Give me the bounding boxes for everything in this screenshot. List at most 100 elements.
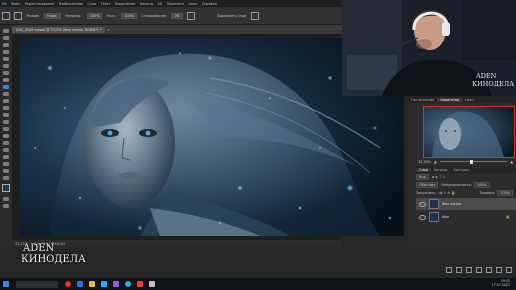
menu-text[interactable]: Текст bbox=[99, 2, 113, 6]
opacity-label: Непрозр.: bbox=[65, 13, 83, 18]
frame-tool-icon[interactable] bbox=[3, 64, 9, 68]
link-layers-icon[interactable] bbox=[446, 267, 452, 273]
layer-name: Фон копия bbox=[442, 202, 461, 206]
smoothing-field[interactable]: 0% bbox=[171, 12, 183, 19]
close-tab-icon[interactable]: × bbox=[107, 28, 110, 32]
layer-filter-select[interactable]: Вид bbox=[416, 174, 429, 180]
taskbar-search[interactable] bbox=[16, 280, 58, 288]
telegram-icon[interactable] bbox=[125, 281, 131, 287]
home-icon[interactable] bbox=[2, 11, 10, 20]
navigator-zoom-value[interactable]: 33,33% bbox=[418, 160, 431, 164]
menu-window[interactable]: Окно bbox=[186, 2, 199, 6]
zoom-out-icon[interactable]: ▲ bbox=[434, 160, 437, 164]
quick-select-tool-icon[interactable] bbox=[3, 50, 9, 54]
navigator-zoom-slider[interactable] bbox=[439, 159, 508, 164]
menu-help[interactable]: Справка bbox=[200, 2, 219, 6]
filter-icons[interactable]: ▪ ◐ T ▭ bbox=[432, 175, 446, 179]
layer-thumbnail bbox=[429, 212, 439, 222]
layer-filter-row: Вид ▪ ◐ T ▭ bbox=[416, 174, 516, 180]
windows-start-icon[interactable] bbox=[3, 281, 9, 287]
flow-label: Наж.: bbox=[106, 13, 117, 18]
eye-icon[interactable] bbox=[419, 214, 426, 220]
document-tab[interactable]: DSC_0549 копия @ 33,3% (Фон копия, RGB/8… bbox=[12, 26, 106, 33]
app-icon[interactable] bbox=[149, 281, 155, 287]
ps-logo-icon[interactable]: Ps bbox=[0, 2, 9, 6]
new-layer-icon[interactable] bbox=[496, 267, 502, 273]
folder-icon[interactable] bbox=[89, 281, 95, 287]
quick-mask-icon[interactable] bbox=[3, 197, 9, 201]
lasso-tool-icon[interactable] bbox=[3, 43, 9, 47]
menu-view[interactable]: Просмотр bbox=[164, 2, 186, 6]
menu-file[interactable]: Файл bbox=[9, 2, 23, 6]
premiere-icon[interactable] bbox=[113, 281, 119, 287]
crop-tool-icon[interactable] bbox=[3, 57, 9, 61]
eraser-tool-icon[interactable] bbox=[3, 106, 9, 110]
layer-row[interactable]: Фон 🔒 bbox=[416, 211, 516, 223]
screen-mode-icon[interactable] bbox=[3, 204, 9, 208]
webcam-overlay: ADEN КИНОДЕЛА bbox=[342, 0, 516, 96]
brush-tool-icon[interactable] bbox=[3, 85, 9, 89]
align-layers-label[interactable]: Выровнять слои bbox=[215, 14, 249, 18]
menu-bar: Ps Файл Редактирование Изображение Слои … bbox=[0, 0, 342, 7]
mask-icon[interactable] bbox=[466, 267, 472, 273]
file-explorer-icon[interactable] bbox=[77, 281, 83, 287]
system-clock[interactable]: 19:42 17.07.2021 bbox=[491, 279, 516, 288]
eye-icon[interactable] bbox=[419, 201, 426, 207]
dodge-tool-icon[interactable] bbox=[3, 127, 9, 131]
menu-filter[interactable]: Фильтр bbox=[138, 2, 156, 6]
rectangle-tool-icon[interactable] bbox=[3, 155, 9, 159]
zoom-in-icon[interactable]: ▲ bbox=[510, 160, 513, 164]
layer-opacity-field[interactable]: 100% bbox=[473, 182, 490, 188]
blur-tool-icon[interactable] bbox=[3, 120, 9, 124]
tab-channels[interactable]: Каналы bbox=[431, 168, 451, 172]
opacity-field[interactable]: 100% bbox=[86, 12, 103, 19]
mode-select[interactable]: Норм. bbox=[44, 12, 61, 19]
navigator-zoom-row: 33,33% ▲ ▲ bbox=[418, 158, 513, 165]
lock-icons[interactable]: ▦ ✎ ✥ 🔒 bbox=[439, 191, 455, 195]
menu-3d[interactable]: 3D bbox=[155, 2, 164, 6]
path-select-tool-icon[interactable] bbox=[3, 148, 9, 152]
eyedropper-tool-icon[interactable] bbox=[3, 71, 9, 75]
healing-brush-tool-icon[interactable] bbox=[3, 78, 9, 82]
more-tools-icon[interactable] bbox=[3, 176, 9, 180]
gear-icon[interactable] bbox=[186, 11, 195, 20]
tab-histogram[interactable]: Гистограмма bbox=[408, 98, 437, 102]
menu-layers[interactable]: Слои bbox=[85, 2, 98, 6]
adjustment-icon[interactable] bbox=[476, 267, 482, 273]
menu-select[interactable]: Выделение bbox=[113, 2, 138, 6]
fill-field[interactable]: 100% bbox=[497, 190, 513, 196]
navigator-preview[interactable] bbox=[423, 106, 515, 158]
flow-field[interactable]: 100% bbox=[121, 12, 138, 19]
fx-icon[interactable] bbox=[456, 267, 462, 273]
mode-label: Режим: bbox=[26, 13, 40, 18]
zoom-slider-knob[interactable] bbox=[470, 159, 474, 164]
tab-layers[interactable]: Слои bbox=[416, 167, 431, 172]
yandex-icon[interactable] bbox=[65, 281, 71, 287]
hand-tool-icon[interactable] bbox=[3, 162, 9, 166]
menu-edit[interactable]: Редактирование bbox=[23, 2, 57, 6]
pen-tool-icon[interactable] bbox=[3, 134, 9, 138]
marquee-tool-icon[interactable] bbox=[3, 36, 9, 40]
record-icon[interactable] bbox=[137, 281, 143, 287]
lock-label: Закрепить: bbox=[416, 191, 437, 195]
history-brush-tool-icon[interactable] bbox=[3, 99, 9, 103]
zoom-tool-icon[interactable] bbox=[3, 169, 9, 173]
lock-icon: 🔒 bbox=[505, 215, 510, 219]
brush-preset-icon[interactable] bbox=[14, 11, 22, 20]
pressure-icon[interactable] bbox=[250, 11, 259, 20]
clone-stamp-tool-icon[interactable] bbox=[3, 92, 9, 96]
menu-image[interactable]: Изображение bbox=[57, 2, 86, 6]
clock-date: 17.07.2021 bbox=[491, 283, 510, 287]
trash-icon[interactable] bbox=[506, 267, 512, 273]
foreground-color-swatch[interactable] bbox=[2, 184, 10, 192]
photoshop-icon[interactable] bbox=[101, 281, 107, 287]
gradient-tool-icon[interactable] bbox=[3, 113, 9, 117]
blend-mode-select[interactable]: Обычные bbox=[416, 182, 439, 188]
type-tool-icon[interactable] bbox=[3, 141, 9, 145]
group-icon[interactable] bbox=[486, 267, 492, 273]
tab-paths[interactable]: Контуры bbox=[450, 168, 472, 172]
layer-row[interactable]: Фон копия bbox=[416, 198, 516, 210]
move-tool-icon[interactable] bbox=[3, 29, 9, 33]
tab-color[interactable]: Цвет bbox=[462, 98, 477, 102]
tab-navigator[interactable]: Навигатор bbox=[437, 97, 463, 102]
